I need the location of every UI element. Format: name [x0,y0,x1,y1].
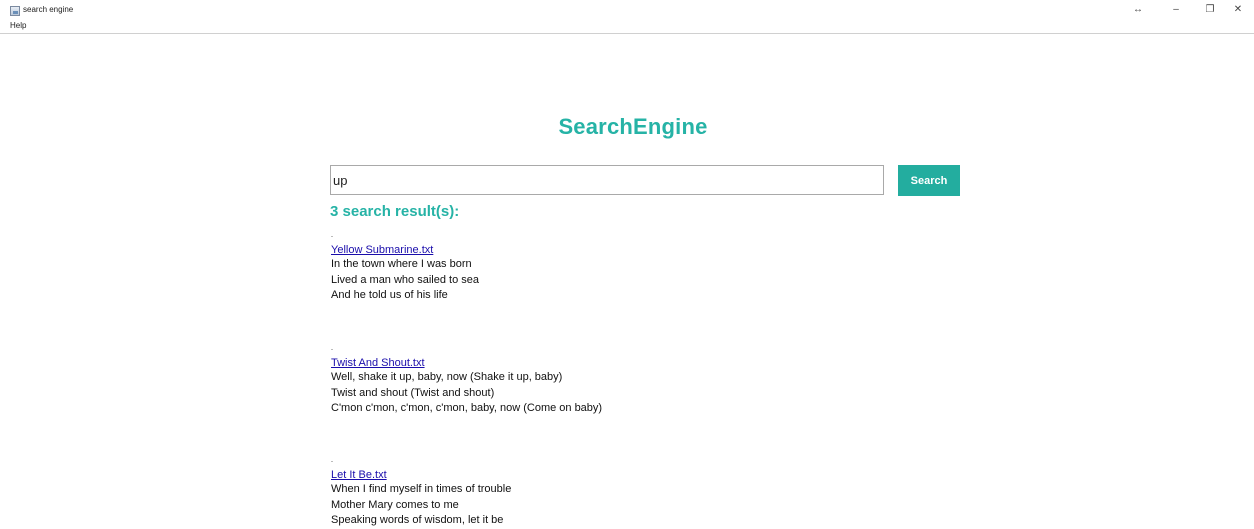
result-snippet-line: When I find myself in times of trouble [331,483,512,495]
window-title: search engine [23,5,74,14]
result-snippet-line: Lived a man who sailed to sea [331,273,479,286]
search-button[interactable]: Search [898,165,960,196]
result-link[interactable]: Twist And Shout.txt [331,357,931,370]
app-icon [10,6,20,16]
result-marker [331,461,333,462]
result-link[interactable]: Yellow Submarine.txt [331,244,931,257]
result-item: Yellow Submarine.txt In the town where I… [331,236,931,304]
title-bar: search engine ↔ – ❐ ✕ [0,0,1254,18]
search-input[interactable] [330,165,884,195]
resize-icon[interactable]: ↔ [1130,4,1146,16]
brand-title: SearchEngine [558,114,708,139]
menu-bar: Help [0,18,1254,34]
result-item: Twist And Shout.txt Well, shake it up, b… [331,349,931,417]
menu-item-help[interactable]: Help [10,21,26,31]
result-item: Let It Be.txt When I find myself in time… [331,461,931,529]
result-snippet-line: Mother Mary comes to me [331,498,459,511]
result-snippet-line: Twist and shout (Twist and shout) [331,386,495,399]
result-snippet-line: Well, shake it up, baby, now (Shake it u… [331,371,563,383]
close-icon[interactable]: ✕ [1230,4,1246,16]
restore-icon[interactable]: ❐ [1202,4,1218,16]
result-marker [331,236,333,237]
result-marker [331,349,333,350]
result-snippet-line: C'mon c'mon, c'mon, c'mon, baby, now (Co… [331,402,603,414]
result-link[interactable]: Let It Be.txt [331,469,931,482]
result-count: 3 search result(s): [330,203,460,220]
result-snippet-line: Speaking words of wisdom, let it be [331,514,504,526]
result-snippet-line: In the town where I was born [331,258,472,270]
result-snippet-line: And he told us of his life [331,289,448,301]
minimize-icon[interactable]: – [1168,4,1184,16]
